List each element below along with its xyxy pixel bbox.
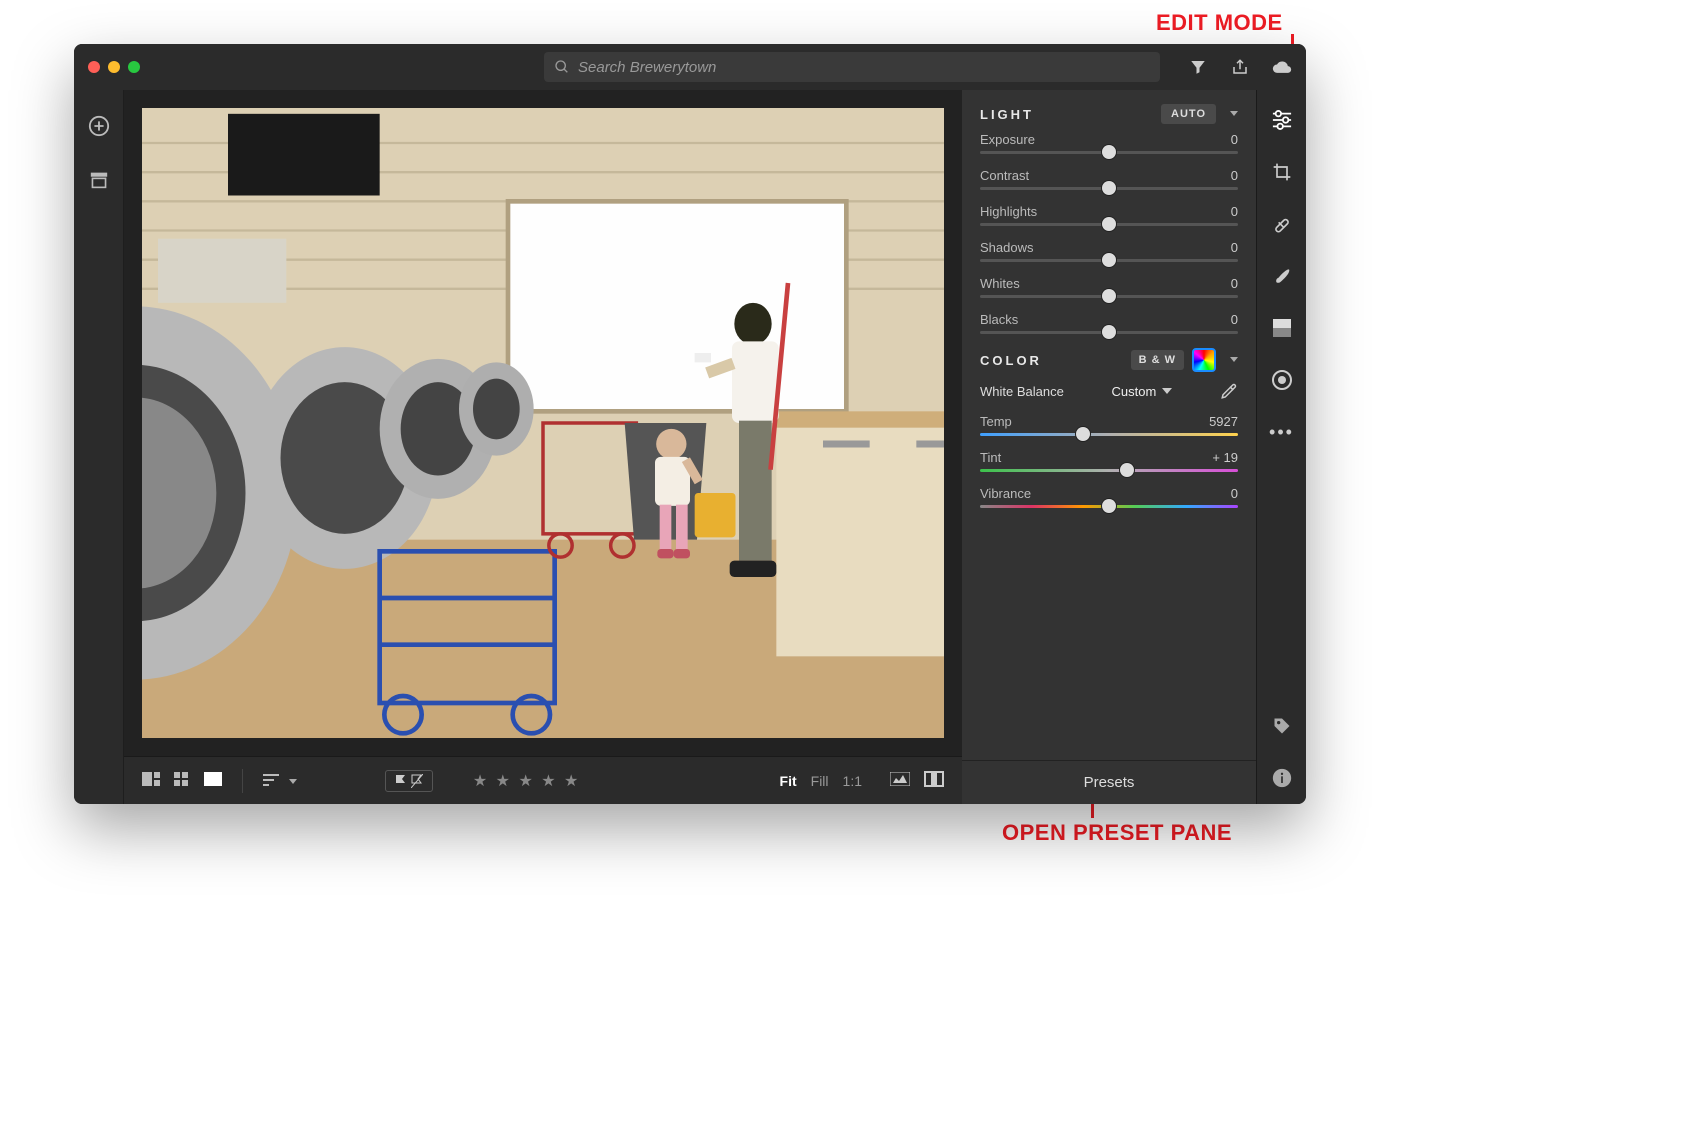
footer-bar: ★ ★ ★ ★ ★ Fit Fill 1:1	[124, 756, 962, 804]
highlights-slider[interactable]	[980, 223, 1238, 226]
zoom-fill[interactable]: Fill	[811, 773, 829, 789]
blacks-slider[interactable]	[980, 331, 1238, 334]
annotation-edit-mode: EDIT MODE	[1156, 10, 1283, 36]
search-placeholder: Search Brewerytown	[578, 59, 716, 76]
temp-slider[interactable]	[980, 433, 1238, 436]
add-photos-button[interactable]	[87, 114, 111, 138]
zoom-1to1[interactable]: 1:1	[843, 773, 862, 789]
info-icon[interactable]	[1270, 766, 1294, 790]
slider-value: 0	[1231, 276, 1238, 291]
contrast-slider[interactable]	[980, 187, 1238, 190]
temp-label: Temp	[980, 414, 1012, 429]
cloud-icon[interactable]	[1272, 57, 1292, 77]
tag-icon[interactable]	[1270, 714, 1294, 738]
auto-button[interactable]: AUTO	[1161, 104, 1216, 124]
temp-value: 5927	[1209, 414, 1238, 429]
edit-sliders-icon[interactable]	[1270, 108, 1294, 132]
tint-value: + 19	[1212, 450, 1238, 465]
white-balance-label: White Balance	[980, 384, 1064, 399]
crop-icon[interactable]	[1270, 160, 1294, 184]
slider-label: Contrast	[980, 168, 1029, 183]
color-section-title: COLOR	[980, 353, 1042, 368]
slider-value: 0	[1231, 240, 1238, 255]
light-section-title: LIGHT	[980, 107, 1034, 122]
whites-slider[interactable]	[980, 295, 1238, 298]
presets-button[interactable]: Presets	[962, 760, 1256, 804]
edit-panel: LIGHT AUTO Exposure 0 Contrast 0 Highlights 0…	[962, 90, 1256, 804]
exposure-slider[interactable]	[980, 151, 1238, 154]
share-icon[interactable]	[1230, 57, 1250, 77]
vibrance-value: 0	[1231, 486, 1238, 501]
sort-menu[interactable]	[263, 773, 297, 789]
titlebar: Search Brewerytown	[74, 44, 1306, 90]
slider-value: 0	[1231, 132, 1238, 147]
close-window[interactable]	[88, 61, 100, 73]
image-canvas[interactable]	[142, 108, 944, 738]
color-expand[interactable]	[1224, 351, 1238, 369]
eyedropper-icon[interactable]	[1220, 382, 1238, 400]
grid-view-large[interactable]	[142, 772, 160, 789]
healing-brush-icon[interactable]	[1270, 212, 1294, 236]
slider-label: Shadows	[980, 240, 1033, 255]
slider-label: Highlights	[980, 204, 1037, 219]
slider-value: 0	[1231, 168, 1238, 183]
left-sidebar	[74, 90, 124, 804]
flag-toggle[interactable]	[385, 770, 433, 792]
right-toolbar: •••	[1256, 90, 1306, 804]
filter-icon[interactable]	[1188, 57, 1208, 77]
annotation-open-preset: OPEN PRESET PANE	[1002, 820, 1232, 846]
photo-preview	[142, 108, 944, 738]
vibrance-label: Vibrance	[980, 486, 1031, 501]
app-window: Search Brewerytown	[74, 44, 1306, 804]
color-mixer-button[interactable]	[1192, 348, 1216, 372]
slider-label: Exposure	[980, 132, 1035, 147]
light-expand[interactable]	[1224, 105, 1238, 123]
shadows-slider[interactable]	[980, 259, 1238, 262]
slider-label: Blacks	[980, 312, 1018, 327]
tint-slider[interactable]	[980, 469, 1238, 472]
search-input[interactable]: Search Brewerytown	[544, 52, 1160, 82]
minimize-window[interactable]	[108, 61, 120, 73]
center-area: ★ ★ ★ ★ ★ Fit Fill 1:1	[124, 90, 962, 804]
white-balance-dropdown[interactable]: Custom	[1112, 384, 1173, 399]
tint-label: Tint	[980, 450, 1001, 465]
compare-icon[interactable]	[924, 771, 944, 790]
rating-stars[interactable]: ★ ★ ★ ★ ★	[473, 771, 581, 791]
single-view[interactable]	[204, 772, 222, 789]
window-controls	[88, 61, 140, 73]
bw-button[interactable]: B & W	[1131, 350, 1184, 370]
maximize-window[interactable]	[128, 61, 140, 73]
slider-label: Whites	[980, 276, 1020, 291]
histogram-icon[interactable]	[890, 772, 910, 789]
zoom-fit[interactable]: Fit	[780, 773, 797, 789]
radial-gradient-icon[interactable]	[1270, 368, 1294, 392]
linear-gradient-icon[interactable]	[1270, 316, 1294, 340]
search-icon	[554, 59, 570, 75]
slider-value: 0	[1231, 312, 1238, 327]
slider-value: 0	[1231, 204, 1238, 219]
grid-view-small[interactable]	[174, 772, 190, 789]
archive-button[interactable]	[87, 168, 111, 192]
more-icon[interactable]: •••	[1270, 420, 1294, 444]
vibrance-slider[interactable]	[980, 505, 1238, 508]
brush-icon[interactable]	[1270, 264, 1294, 288]
